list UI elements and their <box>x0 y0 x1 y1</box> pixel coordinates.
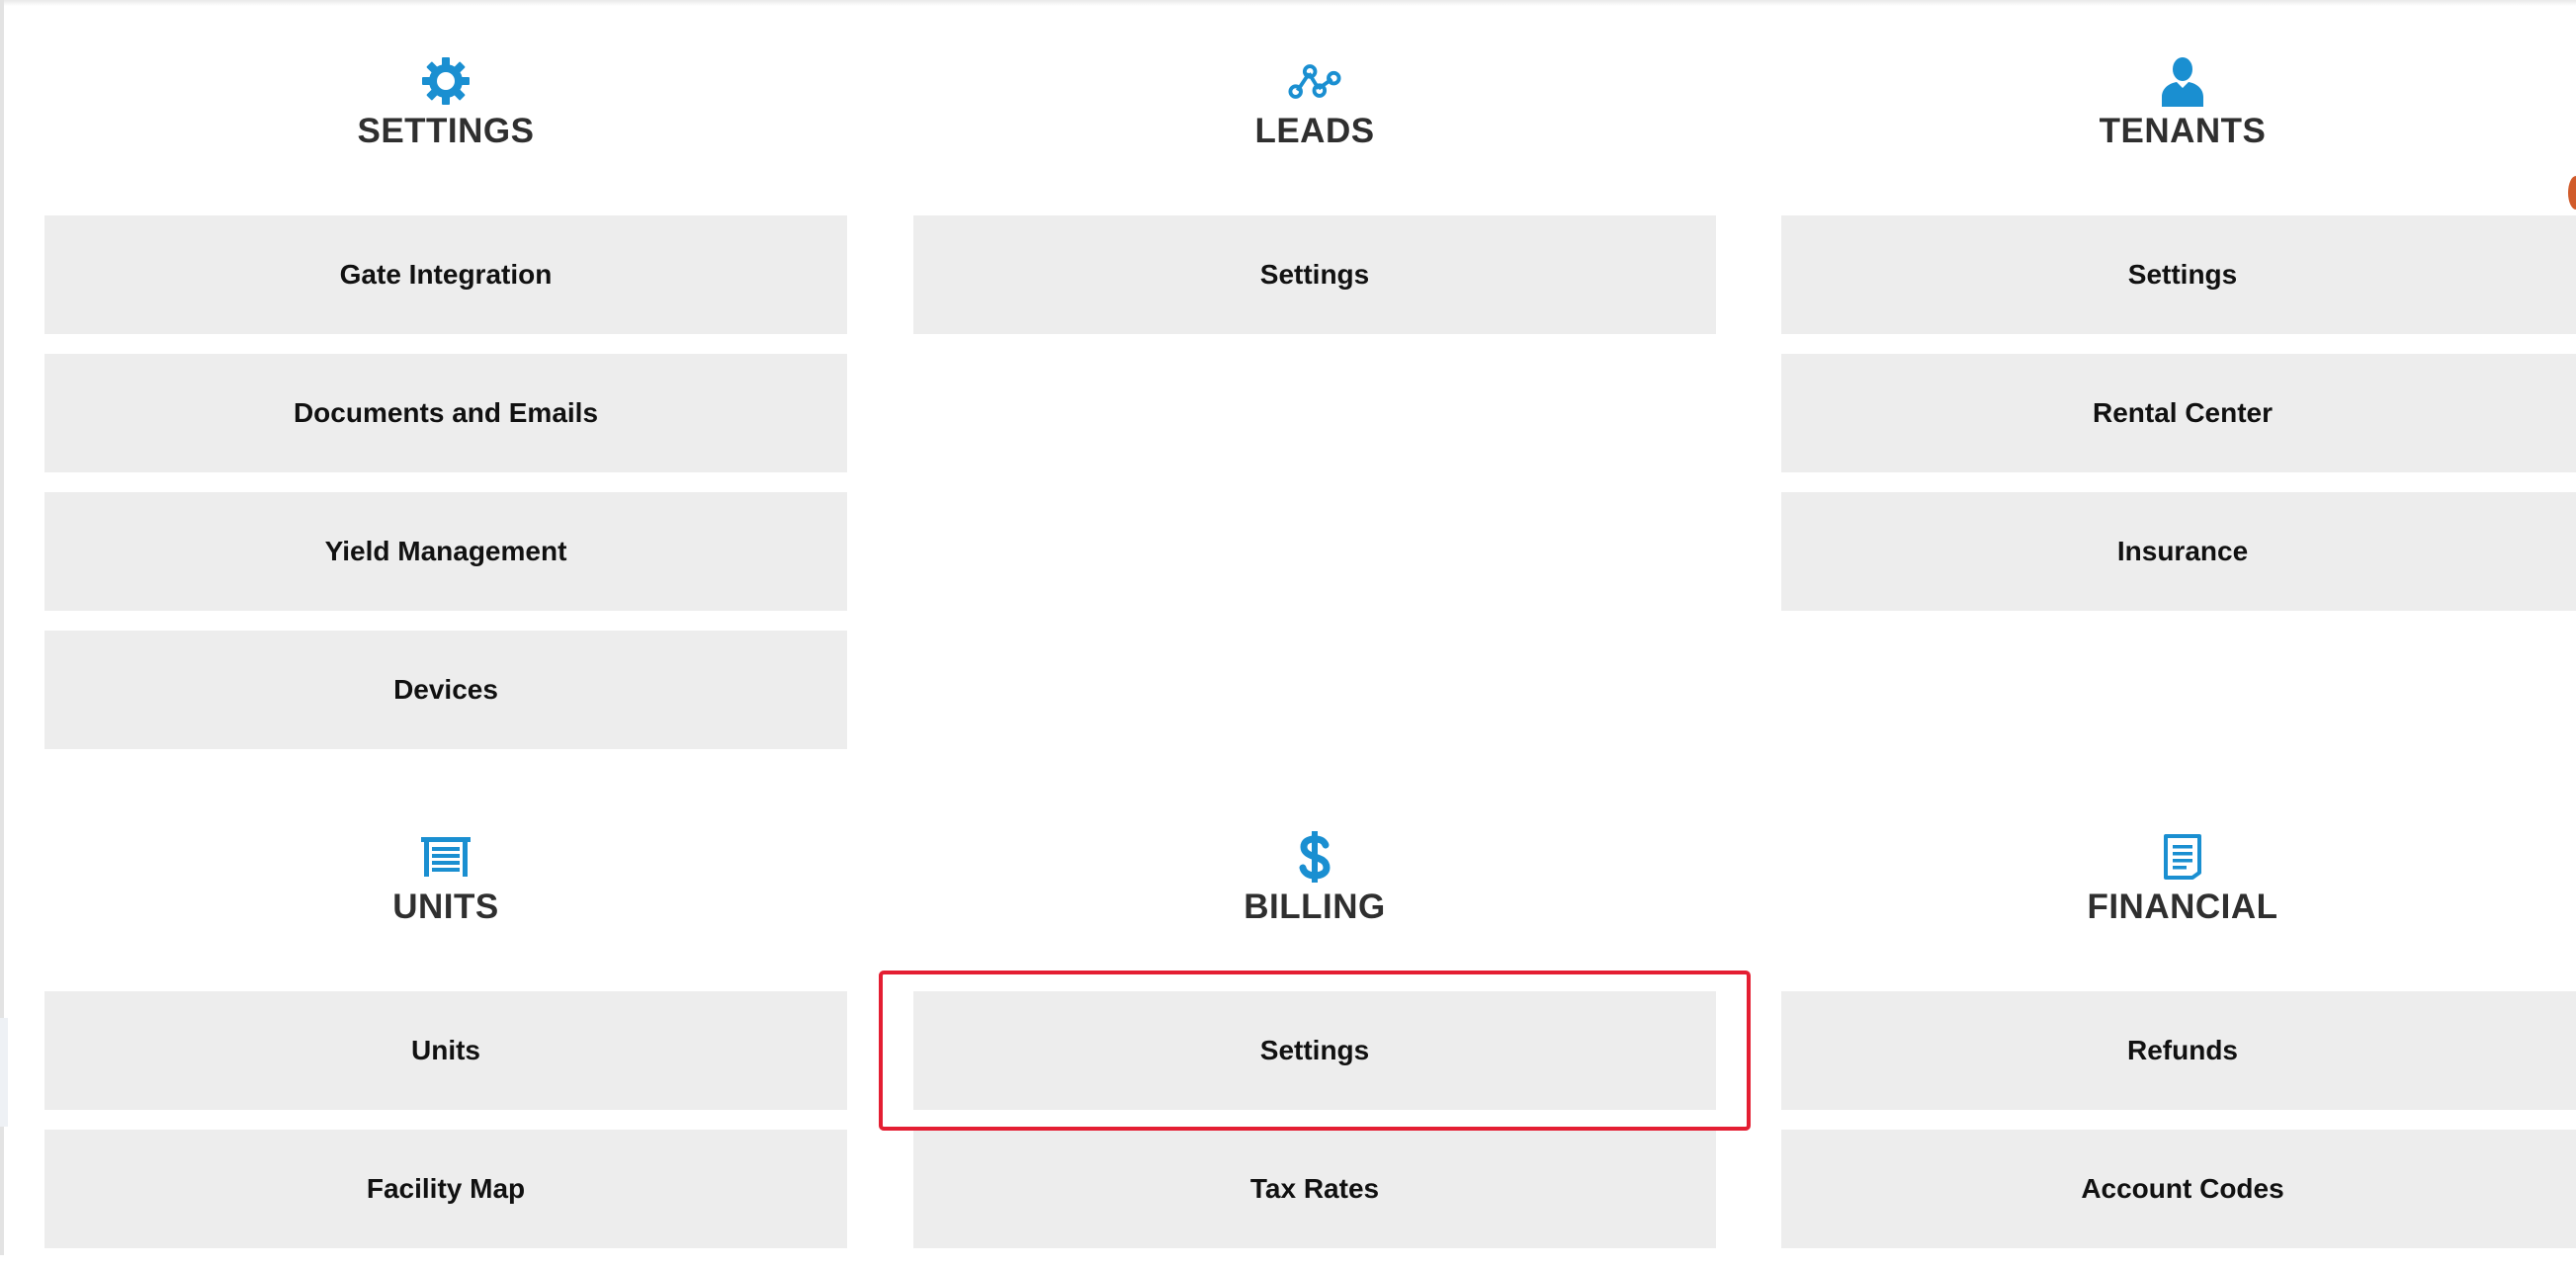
button-label: Gate Integration <box>339 259 553 290</box>
leads-nodes-icon <box>1288 54 1341 108</box>
section-header: BILLING <box>913 776 1716 991</box>
refunds-button[interactable]: Refunds <box>1781 991 2576 1110</box>
section-title: FINANCIAL <box>2087 888 2278 926</box>
button-label: Settings <box>1259 259 1370 290</box>
section-units: UNITS Units Facility Map <box>44 776 847 1268</box>
section-settings: SETTINGS Gate Integration Documents and … <box>44 0 847 769</box>
yield-management-button[interactable]: Yield Management <box>44 492 847 611</box>
section-billing: BILLING Settings Tax Rates <box>913 776 1716 1268</box>
account-codes-button[interactable]: Account Codes <box>1781 1130 2576 1248</box>
section-header: UNITS <box>44 776 847 991</box>
gear-icon <box>419 54 472 108</box>
section-title: LEADS <box>1254 112 1375 150</box>
leads-settings-button[interactable]: Settings <box>913 215 1716 334</box>
section-title: BILLING <box>1244 888 1386 926</box>
section-financial: FINANCIAL Refunds Account Codes <box>1781 776 2576 1268</box>
section-tenants: TENANTS Settings Rental Center Insurance <box>1781 0 2576 631</box>
section-title: UNITS <box>392 888 499 926</box>
button-label: Account Codes <box>2081 1173 2284 1204</box>
storage-unit-icon <box>419 830 472 884</box>
button-label: Insurance <box>2116 536 2249 566</box>
button-label: Yield Management <box>324 536 567 566</box>
gate-integration-button[interactable]: Gate Integration <box>44 215 847 334</box>
button-label: Devices <box>393 674 498 705</box>
documents-and-emails-button[interactable]: Documents and Emails <box>44 354 847 472</box>
facility-map-button[interactable]: Facility Map <box>44 1130 847 1248</box>
button-label: Refunds <box>2127 1035 2238 1065</box>
billing-settings-button[interactable]: Settings <box>913 991 1716 1110</box>
dollar-icon <box>1288 830 1341 884</box>
insurance-button[interactable]: Insurance <box>1781 492 2576 611</box>
section-title: SETTINGS <box>357 112 535 150</box>
tax-rates-button[interactable]: Tax Rates <box>913 1130 1716 1248</box>
button-label: Rental Center <box>2092 397 2274 428</box>
document-icon <box>2156 830 2209 884</box>
section-title: TENANTS <box>2099 112 2267 150</box>
units-button[interactable]: Units <box>44 991 847 1110</box>
rental-center-button[interactable]: Rental Center <box>1781 354 2576 472</box>
section-header: SETTINGS <box>44 0 847 215</box>
button-label: Units <box>411 1035 480 1065</box>
tenants-settings-button[interactable]: Settings <box>1781 215 2576 334</box>
left-edge-shadow <box>0 1018 8 1127</box>
section-header: LEADS <box>913 0 1716 215</box>
button-label: Facility Map <box>366 1173 526 1204</box>
button-label: Settings <box>1259 1035 1370 1065</box>
section-header: TENANTS <box>1781 0 2576 215</box>
button-label: Settings <box>2127 259 2238 290</box>
section-header: FINANCIAL <box>1781 776 2576 991</box>
button-label: Documents and Emails <box>293 397 599 428</box>
person-icon <box>2156 54 2209 108</box>
devices-button[interactable]: Devices <box>44 631 847 749</box>
button-label: Tax Rates <box>1249 1173 1380 1204</box>
section-leads: LEADS Settings <box>913 0 1716 354</box>
